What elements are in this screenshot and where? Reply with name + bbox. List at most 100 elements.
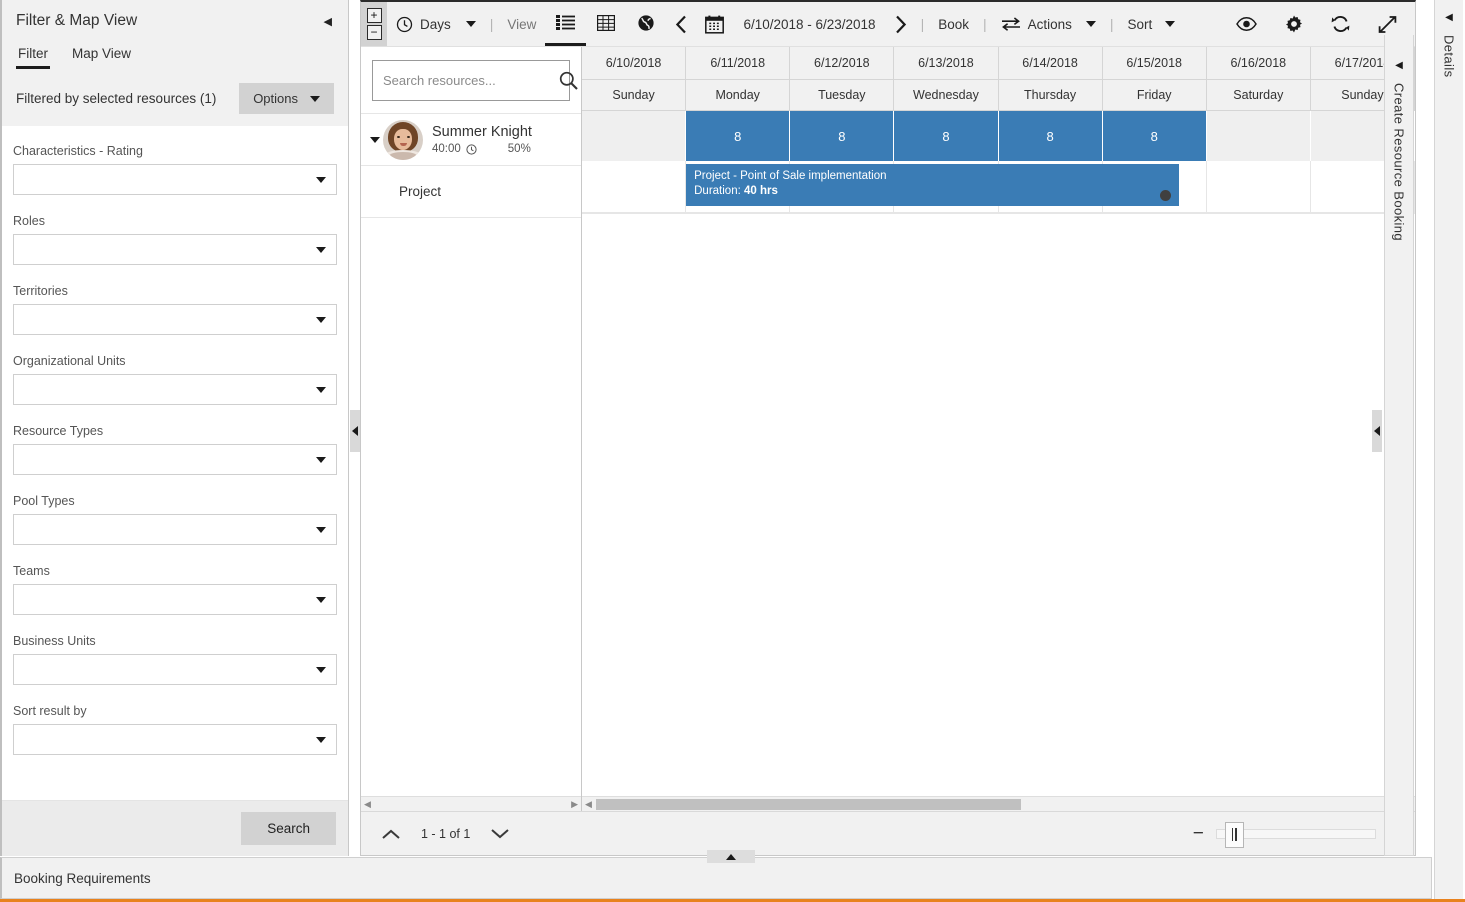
clock-icon <box>396 16 413 33</box>
chevron-down-icon <box>316 666 326 673</box>
business-units-select[interactable] <box>13 654 337 685</box>
capacity-cell[interactable]: 8 <box>686 111 791 161</box>
expand-collapse-icon[interactable] <box>367 136 383 143</box>
pagination-control: 1 - 1 of 1 <box>361 826 516 842</box>
search-button[interactable]: Search <box>241 812 336 845</box>
scroll-left-icon[interactable]: ◀ <box>585 799 592 810</box>
chevron-down-icon <box>316 526 326 533</box>
chevron-down-icon[interactable] <box>484 826 516 842</box>
roles-select[interactable] <box>13 234 337 265</box>
organizational-units-select[interactable] <box>13 374 337 405</box>
chevron-down-icon <box>1165 21 1176 27</box>
scroll-right-icon[interactable]: ▶ <box>571 799 578 810</box>
resource-meta: Summer Knight 40:00 50% <box>432 124 532 155</box>
chevron-left-icon <box>352 426 358 436</box>
grid-column-header: 6/10/2018 Sunday <box>582 47 687 111</box>
chevron-down-icon <box>316 736 326 743</box>
column-day: Sunday <box>582 80 686 111</box>
grid-column-header: 6/11/2018 Monday <box>686 47 791 111</box>
resource-search-box[interactable] <box>372 60 578 101</box>
next-period-button[interactable] <box>886 2 916 46</box>
resource-child-row-project[interactable]: Project <box>361 166 581 218</box>
resource-booking-bar[interactable]: Project - Point of Sale implementation D… <box>686 164 1179 206</box>
booking-cell[interactable] <box>582 161 687 212</box>
timescale-dropdown[interactable]: Days <box>387 2 485 46</box>
chevron-down-icon <box>316 246 326 253</box>
book-button[interactable]: Book <box>929 2 978 46</box>
tab-map-view[interactable]: Map View <box>70 42 133 69</box>
filter-panel-header: Filter & Map View ◀ Filter Map View Filt… <box>2 0 348 126</box>
teams-select[interactable] <box>13 584 337 615</box>
details-rail[interactable]: ◀ Details <box>1434 0 1463 899</box>
zoom-slider-track[interactable] <box>1215 821 1376 848</box>
chevron-down-icon <box>316 386 326 393</box>
view-map-button[interactable] <box>626 2 666 46</box>
capacity-cell[interactable]: 8 <box>790 111 895 161</box>
territories-select[interactable] <box>13 304 337 335</box>
chevron-left-icon[interactable]: ◀ <box>322 15 334 28</box>
capacity-cell[interactable] <box>1206 111 1311 161</box>
booking-requirements-label: Booking Requirements <box>14 870 151 886</box>
view-label: View <box>507 16 537 32</box>
filtered-by-label: Filtered by selected resources (1) <box>16 91 217 106</box>
field-label: Sort result by <box>13 704 87 718</box>
timeline-grid: 6/10/2018 Sunday 6/11/2018 Monday 6/12/2… <box>582 47 1415 811</box>
chevron-right-icon <box>895 15 907 34</box>
row-height-zoom-control[interactable]: + − <box>361 2 387 46</box>
resource-types-select[interactable] <box>13 444 337 475</box>
timeline-horizontal-scrollbar[interactable]: ◀ ▶ <box>582 796 1415 811</box>
page-title: Filter & Map View <box>16 12 138 29</box>
actions-dropdown[interactable]: Actions <box>992 2 1105 46</box>
filter-and-map-view-panel: Filter & Map View ◀ Filter Map View Filt… <box>0 0 349 856</box>
filtered-by-row: Filtered by selected resources (1) Optio… <box>16 69 334 126</box>
resource-row-summer-knight[interactable]: Summer Knight 40:00 50% <box>361 114 581 166</box>
booking-cell[interactable] <box>1206 161 1311 212</box>
search-input[interactable] <box>383 73 559 88</box>
zoom-out-button[interactable]: − <box>1193 824 1204 843</box>
view-grid-button[interactable] <box>586 2 626 46</box>
resource-horizontal-scrollbar[interactable]: ◀ ▶ <box>361 796 581 811</box>
calendar-picker-button[interactable] <box>696 2 733 46</box>
options-button[interactable]: Options <box>239 83 334 114</box>
bottom-panel-expand-handle[interactable] <box>707 850 755 863</box>
toolbar-right-icons <box>1222 15 1415 34</box>
field-label: Roles <box>13 214 45 228</box>
view-list-button[interactable] <box>545 2 587 46</box>
row-height-decrease-button[interactable]: − <box>366 25 382 40</box>
scrollbar-thumb[interactable] <box>595 798 1021 810</box>
chevron-up-icon[interactable] <box>375 826 407 842</box>
grid-header-dates: 6/10/2018 Sunday 6/11/2018 Monday 6/12/2… <box>582 47 1415 111</box>
expand-icon[interactable] <box>1364 15 1411 34</box>
characteristics-rating-select[interactable] <box>13 164 337 195</box>
column-date: 6/14/2018 <box>998 47 1102 80</box>
scroll-left-icon[interactable]: ◀ <box>364 799 371 810</box>
booking-requirements-bar[interactable]: Booking Requirements <box>0 857 1432 899</box>
pool-types-select[interactable] <box>13 514 337 545</box>
chevron-left-icon[interactable]: ◀ <box>1445 12 1453 23</box>
capacity-cell[interactable]: 8 <box>894 111 999 161</box>
field-label: Business Units <box>13 634 96 648</box>
create-resource-booking-rail[interactable]: ◀ Create Resource Booking <box>1384 35 1414 856</box>
gear-icon[interactable] <box>1271 15 1317 33</box>
previous-period-button[interactable] <box>666 2 696 46</box>
sort-result-by-select[interactable] <box>13 724 337 755</box>
sort-dropdown[interactable]: Sort <box>1119 2 1185 46</box>
search-icon[interactable] <box>559 71 578 90</box>
date-range-label[interactable]: 6/10/2018 - 6/23/2018 <box>733 17 885 32</box>
eye-icon[interactable] <box>1222 17 1271 31</box>
toolbar-separator: | <box>982 16 987 32</box>
left-panel-splitter-handle[interactable] <box>350 410 360 452</box>
booking-row: Project - Point of Sale implementation D… <box>582 161 1415 213</box>
tab-filter[interactable]: Filter <box>16 42 50 69</box>
scheduler-toolbar: + − Days | View 6/10/2018 - 6/23/2018 | … <box>361 2 1415 47</box>
filter-panel-tabs: Filter Map View <box>16 40 334 69</box>
zoom-slider-thumb[interactable] <box>1224 821 1244 848</box>
refresh-icon[interactable] <box>1317 15 1364 33</box>
grid-column-header: 6/16/2018 Saturday <box>1206 47 1311 111</box>
capacity-cell[interactable]: 8 <box>1102 111 1207 161</box>
right-panel-splitter-handle[interactable] <box>1372 410 1382 452</box>
capacity-cell[interactable] <box>582 111 687 161</box>
row-height-increase-button[interactable]: + <box>366 8 382 23</box>
capacity-cell[interactable]: 8 <box>998 111 1103 161</box>
chevron-left-icon[interactable]: ◀ <box>1395 60 1403 71</box>
